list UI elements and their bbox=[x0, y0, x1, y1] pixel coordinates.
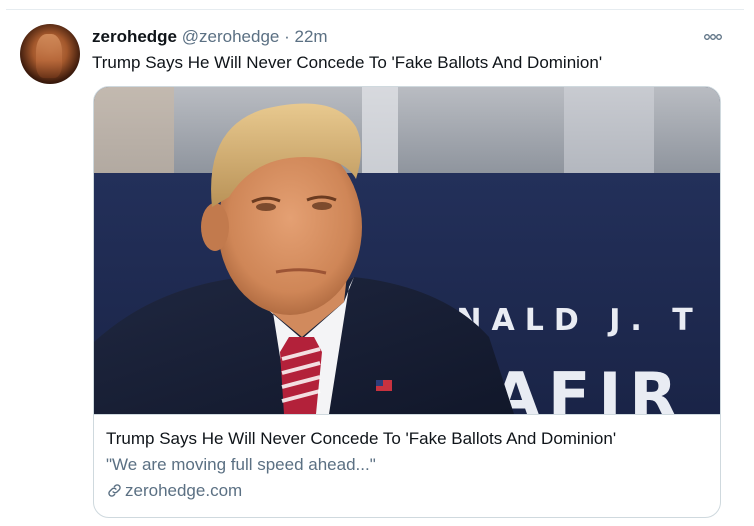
avatar[interactable] bbox=[20, 24, 80, 84]
card-body[interactable]: Trump Says He Will Never Concede To 'Fak… bbox=[94, 414, 720, 517]
user-handle[interactable]: @zerohedge bbox=[182, 27, 280, 46]
more-horizontal-icon[interactable] bbox=[704, 28, 722, 44]
separator-dot: · bbox=[284, 27, 290, 46]
card-description: "We are moving full speed ahead..." bbox=[106, 455, 376, 474]
tweet-header: zerohedge @zerohedge · 22m bbox=[92, 26, 328, 48]
card-domain[interactable]: zerohedge.com bbox=[106, 480, 708, 502]
tweet-text: Trump Says He Will Never Concede To 'Fak… bbox=[92, 53, 603, 72]
tweet[interactable]: zerohedge @zerohedge · 22m Trump Says He… bbox=[6, 9, 744, 521]
timestamp[interactable]: 22m bbox=[295, 27, 328, 46]
link-card[interactable]: DONALD J. T AFIR Trump Says He Will Neve… bbox=[93, 86, 721, 518]
backdrop-text-lower: AFIR bbox=[492, 359, 685, 414]
link-icon bbox=[106, 482, 123, 499]
card-domain-text: zerohedge.com bbox=[125, 481, 243, 500]
display-name[interactable]: zerohedge bbox=[92, 27, 177, 46]
card-image[interactable]: DONALD J. T AFIR bbox=[94, 87, 720, 414]
press-briefing-photo: DONALD J. T AFIR bbox=[94, 87, 720, 414]
card-title[interactable]: Trump Says He Will Never Concede To 'Fak… bbox=[106, 428, 708, 450]
